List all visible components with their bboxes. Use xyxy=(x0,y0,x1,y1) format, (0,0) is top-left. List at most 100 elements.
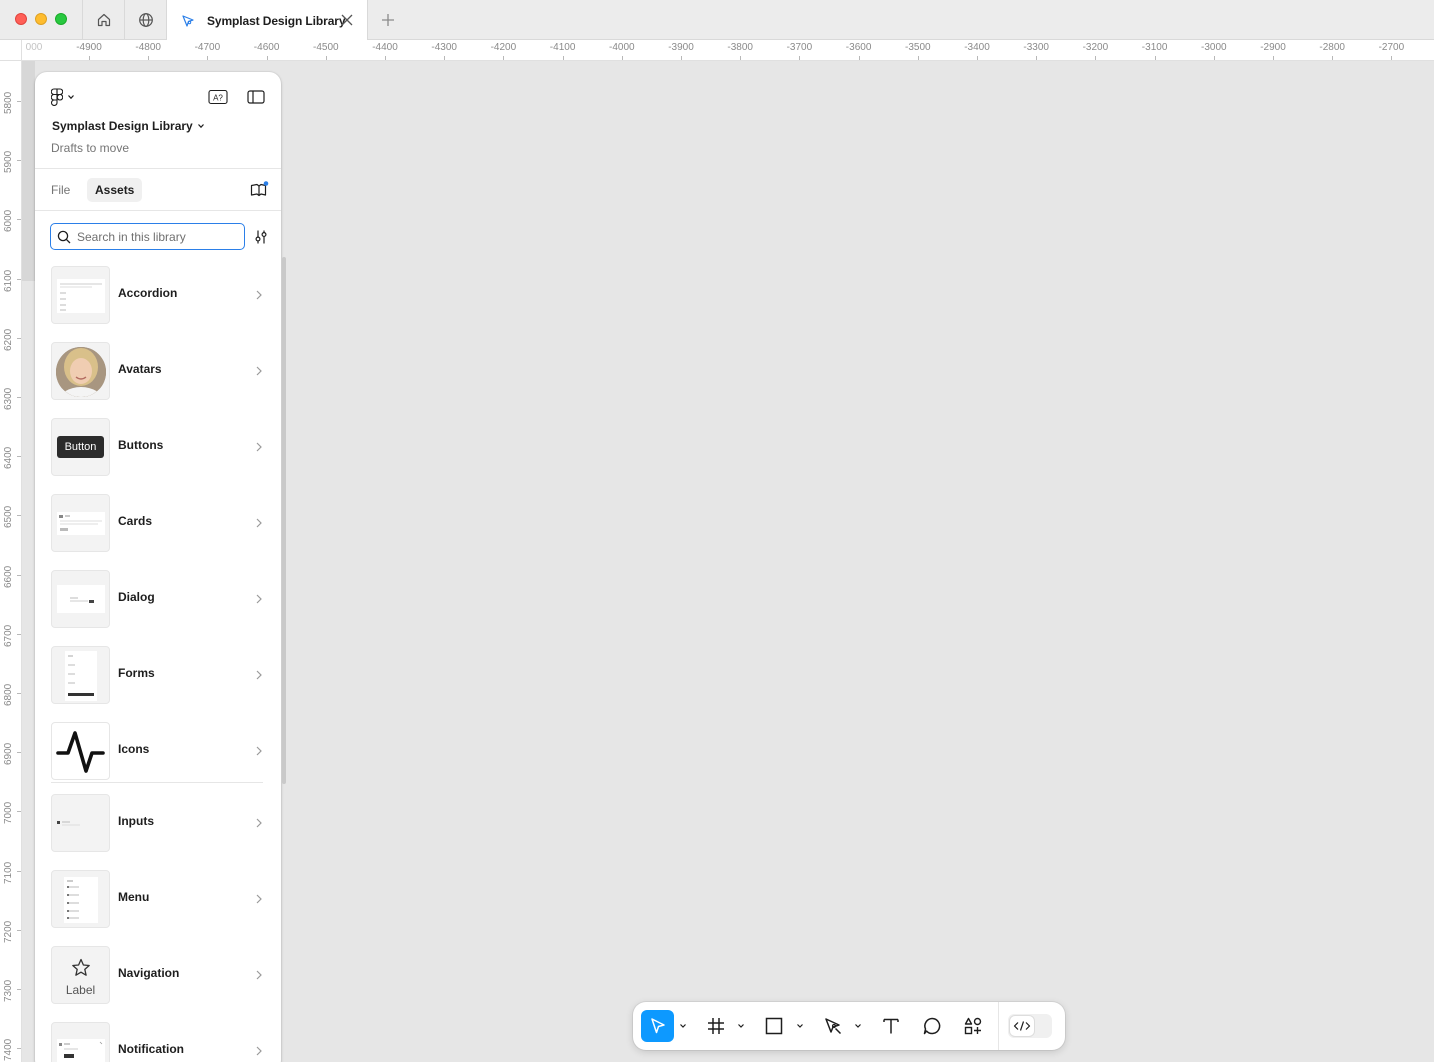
ruler-label: -4300 xyxy=(431,42,457,53)
library-item-label: Icons xyxy=(118,742,150,756)
svg-text:A?: A? xyxy=(213,94,223,103)
ruler-label: 6400 xyxy=(3,446,14,470)
ruler-label: 6500 xyxy=(3,506,14,529)
ruler-label: 7400 xyxy=(3,1038,14,1062)
ruler-label: -4800 xyxy=(135,42,161,53)
library-item-menu[interactable]: Menu xyxy=(35,868,281,930)
ruler-label: 6100 xyxy=(3,269,14,292)
new-tab-button[interactable] xyxy=(376,9,400,31)
chevron-down-icon[interactable] xyxy=(679,1021,687,1031)
form-thumbnail xyxy=(51,646,110,704)
libraries-button[interactable] xyxy=(249,180,269,200)
icons-thumbnail xyxy=(51,722,110,780)
text-tool-button[interactable] xyxy=(876,1010,906,1042)
close-window-button[interactable] xyxy=(15,13,27,25)
dev-mode-toggle[interactable] xyxy=(1008,1014,1052,1038)
actions-tool-button[interactable] xyxy=(958,1010,988,1042)
filter-button[interactable] xyxy=(251,227,271,247)
library-item-navigation[interactable]: Label Navigation xyxy=(35,944,281,1006)
chevron-right-icon xyxy=(256,442,262,452)
thumbnail-button-label: Button xyxy=(56,436,105,458)
library-item-label: Forms xyxy=(118,666,155,680)
close-tab-icon[interactable] xyxy=(340,13,354,27)
input-thumbnail xyxy=(51,794,110,852)
chevron-right-icon xyxy=(256,894,262,904)
home-button[interactable] xyxy=(82,0,124,40)
ruler-label: 6700 xyxy=(3,624,14,647)
ruler-tick xyxy=(17,811,21,813)
code-icon xyxy=(1013,1021,1031,1031)
file-name-menu[interactable]: Symplast Design Library xyxy=(52,119,205,133)
ruler-label: -3600 xyxy=(845,42,872,53)
project-location[interactable]: Drafts to move xyxy=(51,141,129,155)
panel-scrollbar[interactable] xyxy=(282,257,286,784)
ruler-label: 6800 xyxy=(3,683,14,706)
pen-icon xyxy=(825,1018,842,1035)
ruler-tick xyxy=(1154,56,1156,60)
ruler-label: -4500 xyxy=(313,42,339,53)
library-item-avatars[interactable]: Avatars xyxy=(35,340,281,402)
sidebar-icon xyxy=(247,90,265,104)
ruler-tick xyxy=(681,56,682,60)
avatar-thumbnail xyxy=(51,342,110,400)
ruler-label: 5900 xyxy=(3,150,14,174)
library-item-label: Navigation xyxy=(118,966,180,980)
chevron-down-icon[interactable] xyxy=(796,1021,804,1031)
zoom-window-button[interactable] xyxy=(55,13,67,25)
pen-tool-button[interactable] xyxy=(818,1010,848,1042)
ruler-tick xyxy=(17,160,21,162)
ruler-tick xyxy=(1391,56,1393,60)
ruler-label: -3800 xyxy=(727,42,753,53)
library-item-icons[interactable]: Icons xyxy=(35,720,281,782)
main-menu-button[interactable] xyxy=(51,88,75,106)
comment-tool-button[interactable] xyxy=(917,1010,947,1042)
ruler-tick xyxy=(17,574,21,576)
chevron-down-icon[interactable] xyxy=(854,1021,862,1031)
community-button[interactable] xyxy=(124,0,166,40)
figma-logo-icon xyxy=(51,88,63,106)
library-item-inputs[interactable]: Inputs xyxy=(35,792,281,854)
divider xyxy=(35,210,281,211)
search-icon xyxy=(57,230,71,243)
ruler-tick xyxy=(1213,56,1215,60)
ruler-tick xyxy=(1095,56,1097,60)
chevron-right-icon xyxy=(256,970,262,980)
ruler-label: -4200 xyxy=(490,42,517,53)
library-item-notification[interactable]: Notification xyxy=(35,1020,281,1062)
ruler-tick xyxy=(17,870,21,872)
plus-icon xyxy=(382,14,394,26)
ruler-tick xyxy=(266,56,268,60)
ruler-label: 7200 xyxy=(3,920,14,943)
ai-actions-button[interactable]: A? xyxy=(207,88,229,106)
file-title: Symplast Design Library xyxy=(52,119,193,133)
library-item-buttons[interactable]: Button Buttons xyxy=(35,416,281,478)
search-input[interactable] xyxy=(77,229,237,244)
frame-tool-button[interactable] xyxy=(701,1010,731,1042)
search-field[interactable] xyxy=(50,223,245,250)
library-item-label: Notification xyxy=(118,1042,184,1056)
move-tool-button[interactable] xyxy=(641,1010,674,1042)
accordion-thumbnail xyxy=(51,266,110,324)
library-item-accordion[interactable]: Accordion xyxy=(35,264,281,326)
tab-assets[interactable]: Assets xyxy=(87,178,143,202)
globe-icon xyxy=(138,13,153,27)
chevron-down-icon xyxy=(197,124,204,129)
minimize-window-button[interactable] xyxy=(35,13,47,25)
ruler-label: 6900 xyxy=(3,742,14,766)
library-item-dialog[interactable]: Dialog xyxy=(35,568,281,630)
text-icon xyxy=(883,1018,899,1034)
chevron-down-icon[interactable] xyxy=(737,1021,745,1031)
library-item-forms[interactable]: Forms xyxy=(35,644,281,706)
home-icon xyxy=(97,13,110,27)
actions-icon xyxy=(964,1017,982,1035)
ruler-label: -4400 xyxy=(372,42,398,53)
ruler-tick xyxy=(621,56,623,60)
library-item-cards[interactable]: Cards xyxy=(35,492,281,554)
frame-icon xyxy=(708,1018,724,1034)
comment-icon xyxy=(923,1017,941,1035)
tab-file[interactable]: Symplast Design Library xyxy=(166,0,368,41)
tab-file-layers[interactable]: File xyxy=(43,178,78,202)
shape-tool-button[interactable] xyxy=(759,1010,789,1042)
ruler-label: -3900 xyxy=(668,42,694,53)
toggle-sidebar-button[interactable] xyxy=(245,88,267,106)
